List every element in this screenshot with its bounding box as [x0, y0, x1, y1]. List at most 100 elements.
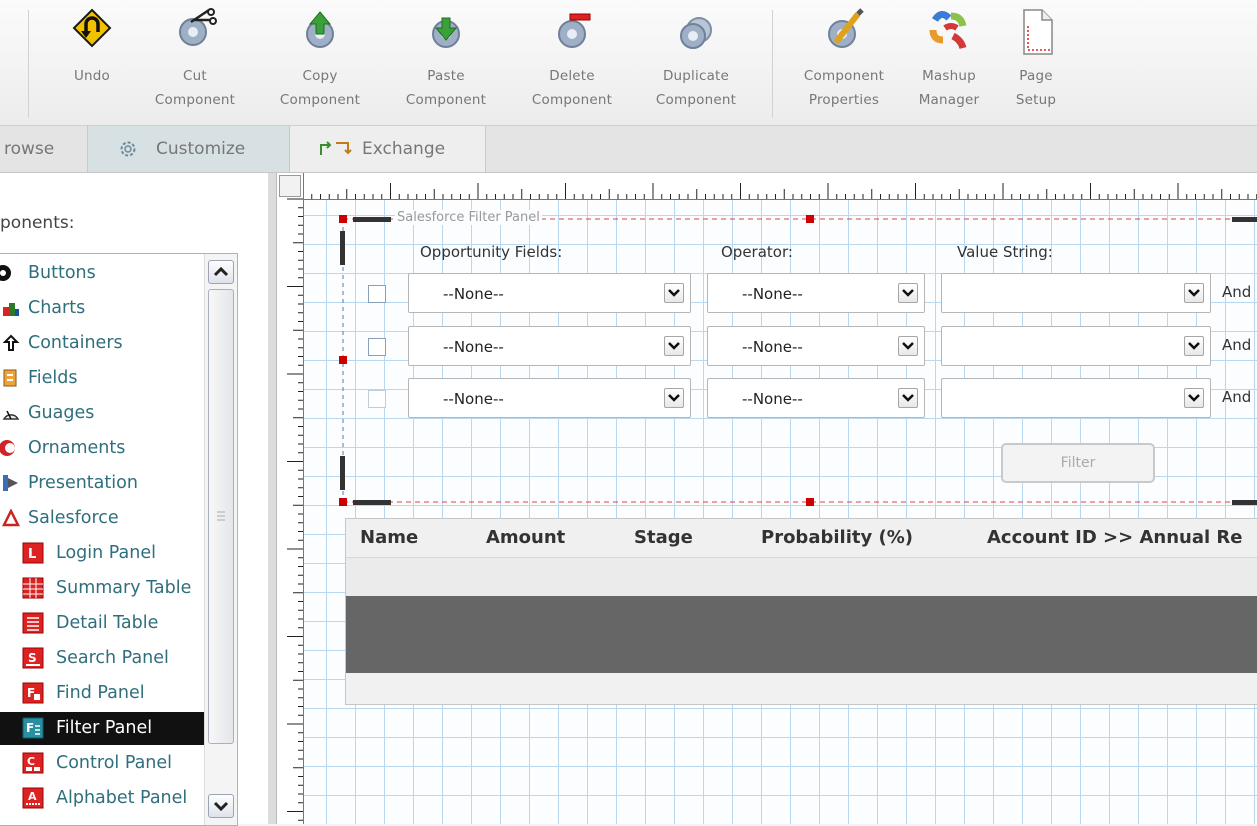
conjunction-label: And	[1222, 336, 1252, 354]
row-checkbox[interactable]	[368, 338, 386, 356]
tree-item-fields[interactable]: Fields	[0, 362, 237, 395]
opportunity-fields-header: Opportunity Fields:	[420, 243, 563, 261]
component-properties-label: Component Properties	[803, 68, 885, 108]
chevron-down-icon	[668, 394, 680, 402]
tree-item-salesforce[interactable]: Salesforce	[0, 502, 237, 535]
chevron-down-icon	[668, 342, 680, 350]
tree-item-ornaments[interactable]: Ornaments	[0, 432, 237, 465]
dropdown-button[interactable]	[898, 388, 918, 408]
tree-item-guages[interactable]: Guages	[0, 397, 237, 430]
tree-item-presentation[interactable]: Presentation	[0, 467, 237, 500]
delete-component-button[interactable]: Delete Component	[520, 0, 624, 125]
tab-customize[interactable]: Customize	[88, 126, 290, 172]
tree-item-filter-panel[interactable]: F Filter Panel	[0, 712, 237, 745]
tree-item-label: Charts	[28, 298, 86, 318]
tree-scrollbar[interactable]	[204, 254, 237, 825]
toolbar: Undo Cut Component Copy Component Paste …	[0, 0, 1257, 126]
scroll-down-button[interactable]	[208, 794, 234, 818]
row-checkbox[interactable]	[368, 390, 386, 408]
opportunity-field-select[interactable]: --None--	[408, 378, 691, 418]
scroll-up-button[interactable]	[208, 260, 234, 284]
page-setup-button[interactable]: Page Setup	[1003, 0, 1069, 125]
panel-splitter[interactable]	[268, 173, 277, 824]
resize-handle[interactable]	[806, 215, 814, 223]
select-value: --None--	[742, 285, 803, 303]
tree-item-login-panel[interactable]: L Login Panel	[0, 537, 237, 570]
column-header-amount[interactable]: Amount	[486, 527, 565, 548]
table-row[interactable]	[346, 558, 1257, 596]
svg-text:F: F	[26, 721, 34, 735]
column-header-name[interactable]: Name	[360, 527, 418, 548]
tree-item-find-panel[interactable]: F Find Panel	[0, 677, 237, 710]
tree-item-buttons[interactable]: Buttons	[0, 257, 237, 290]
paste-component-button[interactable]: Paste Component	[394, 0, 498, 125]
components-panel: ponents: Buttons Charts Containers Field…	[0, 173, 269, 826]
tab-browse[interactable]: rowse	[0, 126, 88, 172]
tree-item-detail-table[interactable]: Detail Table	[0, 607, 237, 640]
tree-item-label: Detail Table	[56, 613, 159, 633]
components-title: ponents:	[0, 213, 75, 233]
resize-handle[interactable]	[806, 498, 814, 506]
fields-icon	[3, 369, 17, 387]
svg-text:L: L	[28, 547, 36, 562]
dropdown-button[interactable]	[664, 388, 684, 408]
drag-bar[interactable]	[1232, 500, 1257, 505]
dropdown-button[interactable]	[1184, 388, 1204, 408]
drag-bar[interactable]	[353, 217, 391, 222]
scroll-thumb[interactable]	[208, 289, 234, 744]
copy-component-icon	[306, 11, 334, 48]
column-header-account-annual-revenue[interactable]: Account ID >> Annual Re	[987, 527, 1243, 548]
exchange-icon	[320, 141, 352, 155]
column-header-stage[interactable]: Stage	[634, 527, 693, 548]
tree-item-containers[interactable]: Containers	[0, 327, 237, 360]
tree-item-alphabet-panel[interactable]: A Alphabet Panel	[0, 782, 237, 815]
operator-select[interactable]: --None--	[707, 326, 925, 366]
column-header-probability[interactable]: Probability (%)	[761, 527, 913, 548]
tab-customize-label: Customize	[156, 139, 246, 159]
toolbar-separator	[772, 10, 773, 118]
resize-handle[interactable]	[339, 498, 347, 506]
tab-exchange-label: Exchange	[362, 139, 446, 159]
drag-bar[interactable]	[1232, 217, 1257, 222]
opportunity-field-select[interactable]: --None--	[408, 326, 691, 366]
copy-component-button[interactable]: Copy Component	[268, 0, 372, 125]
value-string-select[interactable]	[941, 273, 1211, 313]
dropdown-button[interactable]	[664, 283, 684, 303]
tree-item-charts[interactable]: Charts	[0, 292, 237, 325]
dropdown-button[interactable]	[1184, 283, 1204, 303]
filter-button[interactable]: Filter	[1001, 443, 1155, 483]
dropdown-button[interactable]	[1184, 336, 1204, 356]
select-value: --None--	[443, 338, 504, 356]
drag-bar[interactable]	[353, 500, 391, 505]
value-string-select[interactable]	[941, 326, 1211, 366]
dropdown-button[interactable]	[898, 336, 918, 356]
opportunity-field-select[interactable]: --None--	[408, 273, 691, 313]
table-row[interactable]	[346, 596, 1257, 673]
tree-item-label: Login Panel	[56, 543, 156, 563]
operator-select[interactable]: --None--	[707, 273, 925, 313]
row-checkbox[interactable]	[368, 285, 386, 303]
design-canvas[interactable]: Salesforce Filter Panel Opportunity Fiel…	[277, 173, 1257, 824]
mashup-manager-button[interactable]: Mashup Manager	[906, 0, 992, 125]
tree-item-search-panel[interactable]: S Search Panel	[0, 642, 237, 675]
dropdown-button[interactable]	[664, 336, 684, 356]
tab-exchange[interactable]: Exchange	[290, 126, 486, 172]
cut-component-button[interactable]: Cut Component	[143, 0, 247, 125]
tree-item-label: Guages	[28, 403, 95, 423]
resize-handle[interactable]	[339, 215, 347, 223]
component-properties-button[interactable]: Component Properties	[792, 0, 896, 125]
undo-button[interactable]: Undo	[52, 0, 132, 125]
duplicate-component-button[interactable]: Duplicate Component	[644, 0, 748, 125]
drag-bar[interactable]	[340, 231, 345, 265]
value-string-select[interactable]	[941, 378, 1211, 418]
resize-handle[interactable]	[339, 356, 347, 364]
dropdown-button[interactable]	[898, 283, 918, 303]
tree-item-summary-table[interactable]: Summary Table	[0, 572, 237, 605]
conjunction-label: And	[1222, 388, 1252, 406]
buttons-icon	[0, 265, 11, 281]
tree-item-control-panel[interactable]: C Control Panel	[0, 747, 237, 780]
drag-bar[interactable]	[340, 456, 345, 490]
summary-table-icon	[22, 577, 44, 599]
operator-select[interactable]: --None--	[707, 378, 925, 418]
chevron-down-icon	[1188, 342, 1200, 350]
